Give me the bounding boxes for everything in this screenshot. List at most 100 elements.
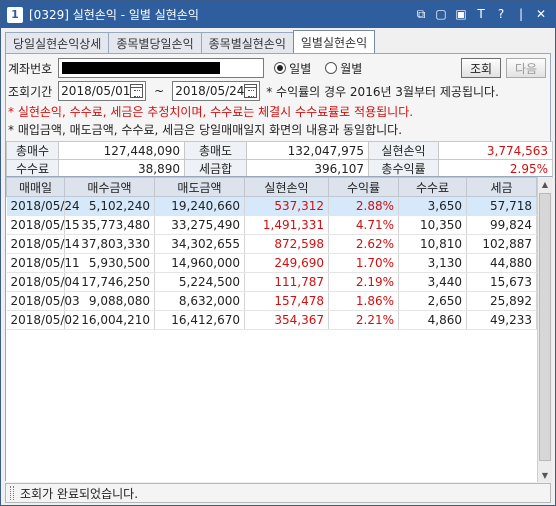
text-size-icon[interactable]: T [473,6,489,22]
close-icon[interactable]: ✕ [533,6,549,22]
help-icon[interactable]: ? [493,6,509,22]
next-button[interactable]: 다음 [506,58,546,78]
date-from-value: 2018/05/01 [61,84,131,98]
estimate-note: * 실현손익, 수수료, 세금은 추정치이며, 수수료는 체결시 수수료률로 적… [8,105,414,119]
cell-fee: 3,130 [398,253,467,273]
cell-sell: 34,302,655 [154,234,245,254]
total-sell-label: 총매도 [184,141,247,160]
cell-fee: 10,810 [398,234,467,254]
grip-icon [10,486,14,500]
tab-daily-realized-pnl[interactable]: 일별실현손익 [292,30,376,53]
period-row: 조회기간 2018/05/01 ~ 2018/05/24 * 수익률의 경우 2… [8,81,499,101]
table-row[interactable]: 2018/05/03 9,088,080 8,632,000 157,478 1… [6,291,537,311]
radio-monthly[interactable]: 월별 [325,60,362,77]
cell-tax: 99,824 [466,215,537,235]
daily-grid-container: 매매일 매수금액 매도금액 실현손익 수익률 수수료 세금 2018/05/24… [6,176,552,482]
cell-date: 2018/05/11 [6,253,80,273]
tax-label: 세금합 [184,159,247,178]
link-icon[interactable]: ⧉ [413,6,429,22]
cell-rate: 2.21% [328,310,399,330]
date-separator: ~ [154,84,165,98]
table-row[interactable]: 2018/05/11 5,930,500 14,960,000 249,690 … [6,253,537,273]
main-panel: 계좌번호 일별 월별 조회 다음 조회기간 2018/05/01 ~ 2018/… [5,53,553,482]
grid-header-row: 매매일 매수금액 매도금액 실현손익 수익률 수수료 세금 [6,177,537,197]
query-button[interactable]: 조회 [461,58,501,78]
col-header-pnl[interactable]: 실현손익 [244,177,329,197]
calendar-icon[interactable] [130,84,144,98]
col-header-date[interactable]: 매매일 [6,177,65,197]
cell-rate: 1.70% [328,253,399,273]
return-value: 2.95% [438,159,553,178]
table-row[interactable]: 2018/05/04 17,746,250 5,224,500 111,787 … [6,272,537,292]
account-input[interactable] [58,58,265,78]
col-header-tax[interactable]: 세금 [466,177,537,197]
cell-sell: 33,275,490 [154,215,245,235]
scroll-up-arrow-icon[interactable]: ▲ [538,177,552,191]
cell-fee: 3,440 [398,272,467,292]
cell-tax: 15,673 [466,272,537,292]
date-to-input[interactable]: 2018/05/24 [172,81,261,101]
cell-tax: 44,880 [466,253,537,273]
table-row[interactable]: 2018/05/14 37,803,330 34,302,655 872,598… [6,234,537,254]
table-row[interactable]: 2018/05/15 35,773,480 33,275,490 1,491,3… [6,215,537,235]
tab-today-realized-detail[interactable]: 당일실현손익상세 [5,32,110,53]
cell-sell: 14,960,000 [154,253,245,273]
cell-rate: 2.88% [328,196,399,216]
cell-date: 2018/05/03 [6,291,80,311]
col-header-fee[interactable]: 수수료 [398,177,467,197]
return-label: 총수익률 [368,159,439,178]
vertical-scrollbar[interactable]: ▲ ▼ [537,177,552,482]
cell-tax: 102,887 [466,234,537,254]
col-header-buy[interactable]: 매수금액 [64,177,155,197]
cell-tax: 25,892 [466,291,537,311]
cell-pnl: 872,598 [244,234,329,254]
fee-label: 수수료 [6,159,59,178]
summary-row: 총매수 127,448,090 총매도 132,047,975 실현손익 3,7… [6,141,553,160]
cell-fee: 10,350 [398,215,467,235]
date-to-value: 2018/05/24 [175,84,245,98]
scroll-thumb[interactable] [539,193,551,461]
fee-value: 38,890 [58,159,185,178]
tax-value: 396,107 [246,159,369,178]
title-bar[interactable]: 1 [0329] 실현손익 - 일별 실현손익 ⧉ ▢ ▣ T ? | ✕ [1,1,555,28]
daily-grid: 매매일 매수금액 매도금액 실현손익 수익률 수수료 세금 2018/05/24… [6,177,537,330]
radio-monthly-circle [325,62,338,74]
cell-rate: 4.71% [328,215,399,235]
radio-monthly-label: 월별 [340,61,363,76]
period-label: 조회기간 [8,84,53,99]
cell-pnl: 157,478 [244,291,329,311]
tab-stock-today-pnl[interactable]: 종목별당일손익 [108,32,202,53]
radio-daily[interactable]: 일별 [274,60,311,77]
calendar-icon[interactable] [244,84,258,98]
cell-pnl: 537,312 [244,196,329,216]
col-header-rate[interactable]: 수익률 [328,177,399,197]
account-label: 계좌번호 [8,61,53,76]
cell-sell: 19,240,660 [154,196,245,216]
total-sell-value: 132,047,975 [246,141,369,160]
cell-sell: 8,632,000 [154,291,245,311]
realized-value: 3,774,563 [438,141,553,160]
table-row[interactable]: 2018/05/24 5,102,240 19,240,660 537,312 … [6,196,537,216]
total-buy-value: 127,448,090 [58,141,185,160]
table-row[interactable]: 2018/05/02 16,004,210 16,412,670 354,367… [6,310,537,330]
window-icon[interactable]: ▣ [453,6,469,22]
cell-tax: 57,718 [466,196,537,216]
cell-pnl: 111,787 [244,272,329,292]
cell-tax: 49,233 [466,310,537,330]
tab-bar: 당일실현손익상세 종목별당일손익 종목별실현손익 일별실현손익 [5,30,376,53]
date-from-input[interactable]: 2018/05/01 [58,81,147,101]
account-number-masked [62,62,221,74]
tab-stock-realized-pnl[interactable]: 종목별실현손익 [200,32,294,53]
cell-fee: 4,860 [398,310,467,330]
realized-label: 실현손익 [368,141,439,160]
cell-sell: 16,412,670 [154,310,245,330]
col-header-sell[interactable]: 매도금액 [154,177,245,197]
scroll-down-arrow-icon[interactable]: ▼ [538,468,552,482]
window-title: [0329] 실현손익 - 일별 실현손익 [29,8,199,22]
copy-icon[interactable]: ▢ [433,6,449,22]
cell-date: 2018/05/14 [6,234,80,254]
cell-pnl: 354,367 [244,310,329,330]
separator-icon: | [518,7,524,21]
title-icons: ⧉ ▢ ▣ T ? | ✕ [413,6,549,22]
cell-sell: 5,224,500 [154,272,245,292]
